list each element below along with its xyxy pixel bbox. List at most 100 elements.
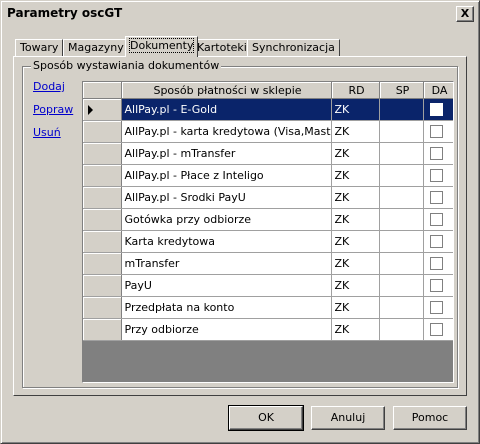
table-row[interactable]: PayU ZK	[83, 274, 453, 297]
row-rd: ZK	[331, 98, 380, 121]
row-da	[423, 98, 453, 121]
title-bar: Parametry oscGT X	[4, 4, 476, 22]
ok-button[interactable]: OK	[228, 405, 304, 431]
row-sp	[379, 186, 424, 209]
da-checkbox[interactable]	[429, 147, 443, 161]
row-indicator	[83, 230, 122, 253]
row-name: AllPay.pl - Srodki PayU	[121, 186, 332, 209]
row-sp	[379, 142, 424, 165]
header-indicator	[83, 82, 122, 99]
header-da[interactable]: DA	[423, 82, 453, 99]
row-rd: ZK	[331, 164, 380, 187]
da-checkbox[interactable]	[429, 323, 443, 337]
row-sp	[379, 208, 424, 231]
row-da	[423, 318, 453, 341]
delete-link[interactable]: Usuń	[33, 126, 61, 139]
row-sp	[379, 318, 424, 341]
da-checkbox[interactable]	[429, 235, 443, 249]
header-sp[interactable]: SP	[379, 82, 424, 99]
da-checkbox[interactable]	[429, 125, 443, 139]
row-name: mTransfer	[121, 252, 332, 275]
row-name: AllPay.pl - karta kredytowa (Visa,Master…	[121, 120, 332, 143]
row-sp	[379, 230, 424, 253]
row-name: AllPay.pl - Płace z Inteligo	[121, 164, 332, 187]
row-da	[423, 164, 453, 187]
tab-dokumenty[interactable]: Dokumenty	[125, 36, 199, 57]
row-rd: ZK	[331, 120, 380, 143]
row-indicator	[83, 186, 122, 209]
row-rd: ZK	[331, 274, 380, 297]
da-checkbox[interactable]	[429, 301, 443, 315]
row-rd: ZK	[331, 208, 380, 231]
row-indicator	[83, 142, 122, 165]
row-rd: ZK	[331, 230, 380, 253]
table-row[interactable]: AllPay.pl - karta kredytowa (Visa,Master…	[83, 120, 453, 143]
cancel-button[interactable]: Anuluj	[311, 406, 385, 430]
table-row[interactable]: AllPay.pl - mTransfer ZK	[83, 142, 453, 165]
da-checkbox[interactable]	[429, 213, 443, 227]
row-da	[423, 120, 453, 143]
row-sp	[379, 274, 424, 297]
table-row[interactable]: AllPay.pl - E-Gold ZK	[83, 98, 453, 121]
row-rd: ZK	[331, 142, 380, 165]
da-checkbox[interactable]	[429, 257, 443, 271]
da-checkbox[interactable]	[429, 169, 443, 183]
row-sp	[379, 164, 424, 187]
table-row[interactable]: Karta kredytowa ZK	[83, 230, 453, 253]
document-method-group: Sposób wystawiania dokumentów Dodaj Popr…	[22, 59, 458, 388]
row-name: Karta kredytowa	[121, 230, 332, 253]
tab-magazyny[interactable]: Magazyny	[63, 39, 129, 57]
window-title: Parametry oscGT	[7, 6, 123, 20]
dialog-window: Parametry oscGT X Towary Magazyny Dokume…	[0, 0, 480, 444]
tab-panel-dokumenty: Sposób wystawiania dokumentów Dodaj Popr…	[13, 56, 467, 396]
row-indicator	[83, 274, 122, 297]
payment-methods-grid[interactable]: Sposób płatności w sklepie RD SP DA AllP…	[82, 81, 454, 383]
row-da	[423, 208, 453, 231]
row-indicator	[83, 208, 122, 231]
row-sp	[379, 120, 424, 143]
row-name: AllPay.pl - E-Gold	[121, 98, 332, 121]
row-name: AllPay.pl - mTransfer	[121, 142, 332, 165]
header-rd[interactable]: RD	[331, 82, 380, 99]
row-indicator	[83, 120, 122, 143]
add-link[interactable]: Dodaj	[33, 80, 65, 93]
row-rd: ZK	[331, 318, 380, 341]
row-indicator	[83, 296, 122, 319]
row-rd: ZK	[331, 252, 380, 275]
row-da	[423, 296, 453, 319]
row-indicator	[83, 252, 122, 275]
tab-towary[interactable]: Towary	[15, 39, 64, 57]
table-row[interactable]: AllPay.pl - Płace z Inteligo ZK	[83, 164, 453, 187]
tab-kartoteki[interactable]: Kartoteki	[192, 39, 252, 57]
help-button[interactable]: Pomoc	[393, 406, 467, 430]
table-row[interactable]: Przedpłata na konto ZK	[83, 296, 453, 319]
row-rd: ZK	[331, 296, 380, 319]
table-row[interactable]: mTransfer ZK	[83, 252, 453, 275]
row-sp	[379, 296, 424, 319]
row-da	[423, 186, 453, 209]
row-da	[423, 230, 453, 253]
row-name: Przedpłata na konto	[121, 296, 332, 319]
tab-synchronizacja[interactable]: Synchronizacja	[247, 39, 340, 57]
row-indicator	[83, 164, 122, 187]
row-indicator	[83, 318, 122, 341]
table-row[interactable]: Gotówka przy odbiorze ZK	[83, 208, 453, 231]
group-label: Sposób wystawiania dokumentów	[31, 59, 222, 72]
da-checkbox[interactable]	[429, 279, 443, 293]
row-sp	[379, 98, 424, 121]
row-da	[423, 252, 453, 275]
row-da	[423, 142, 453, 165]
row-name: Gotówka przy odbiorze	[121, 208, 332, 231]
row-sp	[379, 252, 424, 275]
table-row[interactable]: Przy odbiorze ZK	[83, 318, 453, 341]
table-row[interactable]: AllPay.pl - Srodki PayU ZK	[83, 186, 453, 209]
close-button[interactable]: X	[456, 6, 474, 22]
header-name[interactable]: Sposób płatności w sklepie	[121, 82, 332, 99]
grid-header-row: Sposób płatności w sklepie RD SP DA	[83, 82, 453, 99]
row-da	[423, 274, 453, 297]
row-indicator	[83, 98, 122, 121]
edit-link[interactable]: Popraw	[33, 103, 73, 116]
da-checkbox[interactable]	[429, 191, 443, 205]
da-checkbox[interactable]	[429, 103, 443, 117]
row-name: Przy odbiorze	[121, 318, 332, 341]
